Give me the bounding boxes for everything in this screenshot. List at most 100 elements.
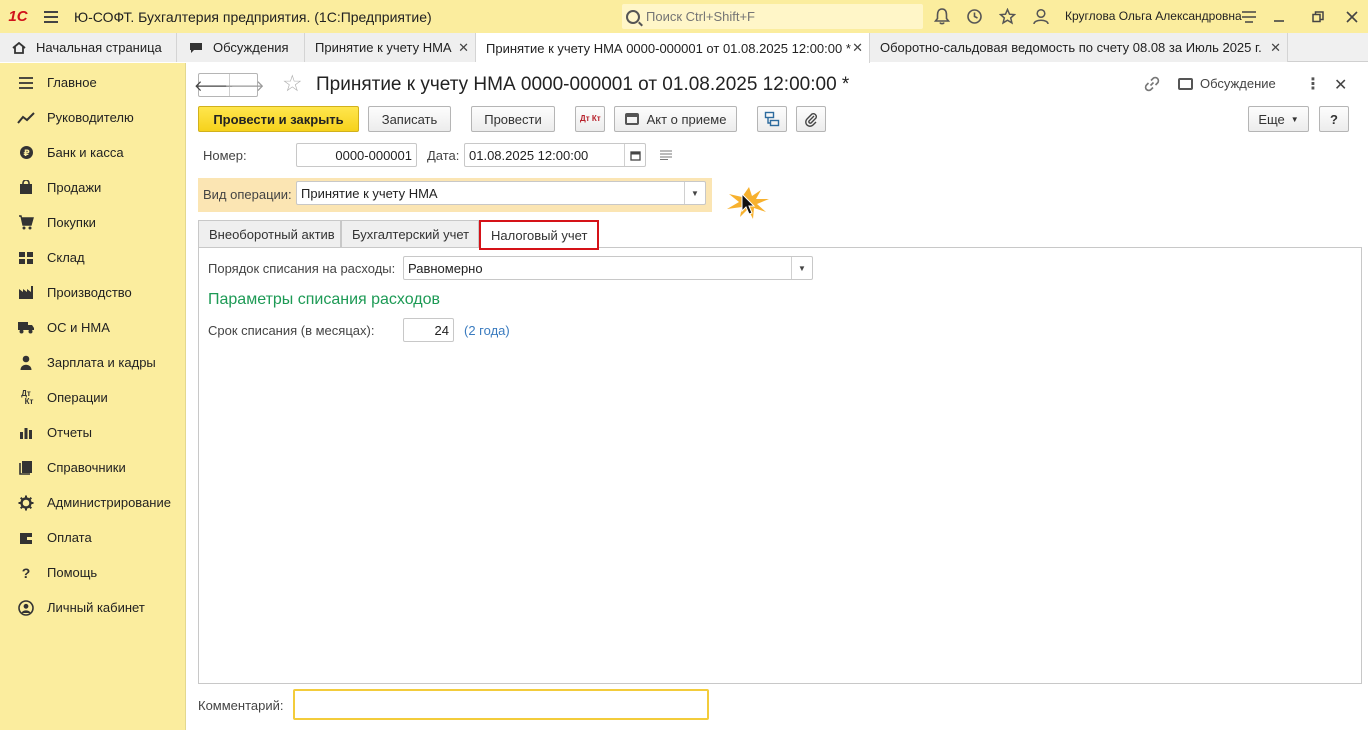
sidebar-item-label: Банк и касса bbox=[47, 145, 124, 160]
tab-label: Оборотно-сальдовая ведомость по счету 08… bbox=[880, 40, 1262, 55]
app-title: Ю-СОФТ. Бухгалтерия предприятия. (1С:Пре… bbox=[74, 8, 432, 25]
sidebar-item-reports[interactable]: Отчеты bbox=[0, 415, 186, 450]
tab-home[interactable]: Начальная страница bbox=[0, 33, 177, 62]
tax-accounting-panel bbox=[198, 247, 1362, 684]
date-label: Дата: bbox=[427, 148, 460, 163]
comment-input[interactable] bbox=[295, 691, 707, 718]
dropdown-arrow-icon[interactable]: ▼ bbox=[684, 182, 705, 204]
tab-accounting[interactable]: Бухгалтерский учет bbox=[341, 220, 479, 248]
favorites-star-icon[interactable] bbox=[991, 0, 1024, 33]
close-tab-icon[interactable]: ✕ bbox=[1270, 40, 1281, 56]
writeoff-term-hint[interactable]: (2 года) bbox=[464, 323, 510, 338]
user-icon[interactable] bbox=[1024, 0, 1057, 33]
sidebar-item-admin[interactable]: Администрирование bbox=[0, 485, 186, 520]
sidebar-item-label: Оплата bbox=[47, 530, 92, 545]
document-form: 🡐 🡒 ☆ Принятие к учету НМА 0000-000001 о… bbox=[186, 63, 1368, 730]
close-tab-icon[interactable]: ✕ bbox=[852, 40, 863, 56]
attach-button[interactable] bbox=[796, 106, 826, 132]
writeoff-order-select[interactable]: ▼ bbox=[403, 256, 813, 280]
close-window-icon[interactable] bbox=[1337, 0, 1367, 33]
date-input[interactable] bbox=[469, 147, 624, 163]
subordinate-docs-icon[interactable] bbox=[659, 148, 673, 163]
sidebar-item-sales[interactable]: Продажи bbox=[0, 170, 186, 205]
sidebar-item-fixed-assets[interactable]: ОС и НМА bbox=[0, 310, 186, 345]
sidebar-item-directories[interactable]: Справочники bbox=[0, 450, 186, 485]
operation-type-input[interactable] bbox=[301, 185, 681, 201]
sidebar-item-label: Отчеты bbox=[47, 425, 92, 440]
help-button[interactable]: ? bbox=[1319, 106, 1349, 132]
writeoff-term-input[interactable] bbox=[408, 322, 449, 338]
save-button[interactable]: Записать bbox=[368, 106, 451, 132]
operation-type-select[interactable]: ▼ bbox=[296, 181, 706, 205]
global-search[interactable] bbox=[622, 4, 923, 29]
mouse-cursor-icon bbox=[727, 187, 769, 219]
discuss-button[interactable]: Обсуждение bbox=[1178, 76, 1276, 91]
gear-icon bbox=[17, 494, 35, 512]
main-menu-button[interactable] bbox=[36, 0, 66, 33]
minimize-icon[interactable] bbox=[1264, 0, 1294, 33]
printer-icon bbox=[624, 113, 639, 125]
paperclip-icon bbox=[805, 113, 817, 127]
writeoff-term-field[interactable] bbox=[403, 318, 454, 342]
sidebar-item-bank[interactable]: ₽ Банк и касса bbox=[0, 135, 186, 170]
sidebar-item-main[interactable]: Главное bbox=[0, 65, 186, 100]
sidebar-item-production[interactable]: Производство bbox=[0, 275, 186, 310]
act-print-button[interactable]: Акт о приеме bbox=[614, 106, 737, 132]
more-vertical-icon[interactable]: ⋮ bbox=[1305, 74, 1321, 94]
structure-button[interactable] bbox=[757, 106, 787, 132]
dropdown-arrow-icon[interactable]: ▼ bbox=[791, 257, 812, 279]
book-icon bbox=[17, 459, 35, 477]
dropdown-arrow-icon: ▼ bbox=[1290, 114, 1299, 124]
warehouse-icon bbox=[17, 249, 35, 267]
favorite-star-icon[interactable]: ☆ bbox=[282, 70, 303, 97]
bell-icon[interactable] bbox=[925, 0, 958, 33]
tab-osv-report[interactable]: Оборотно-сальдовая ведомость по счету 08… bbox=[870, 33, 1288, 62]
sidebar-item-salary[interactable]: Зарплата и кадры bbox=[0, 345, 186, 380]
coin-icon: ₽ bbox=[17, 144, 35, 162]
calendar-icon[interactable] bbox=[624, 144, 645, 166]
tab-nma-list[interactable]: Принятие к учету НМА ✕ bbox=[305, 33, 476, 62]
current-user-name[interactable]: Круглова Ольга Александровна bbox=[1065, 9, 1242, 23]
tab-nma-document[interactable]: Принятие к учету НМА 0000-000001 от 01.0… bbox=[476, 33, 870, 63]
cart-icon bbox=[17, 214, 35, 232]
sidebar-item-manager[interactable]: Руководителю bbox=[0, 100, 186, 135]
dt-kt-icon: Дт Кт bbox=[580, 114, 601, 123]
act-print-label: Акт о приеме bbox=[646, 111, 727, 127]
number-input[interactable] bbox=[301, 147, 412, 163]
operation-type-label: Вид операции: bbox=[203, 187, 292, 202]
sidebar-item-help[interactable]: ? Помощь bbox=[0, 555, 186, 590]
chat-icon bbox=[190, 42, 202, 53]
tab-label: Принятие к учету НМА bbox=[315, 40, 452, 55]
close-tab-icon[interactable]: ✕ bbox=[458, 40, 469, 56]
tab-noncurrent-asset[interactable]: Внеоборотный актив bbox=[198, 220, 341, 248]
close-form-icon[interactable]: ✕ bbox=[1334, 75, 1347, 95]
number-field[interactable] bbox=[296, 143, 417, 167]
post-button[interactable]: Провести bbox=[471, 106, 555, 132]
post-and-close-button[interactable]: Провести и закрыть bbox=[198, 106, 359, 132]
writeoff-order-input[interactable] bbox=[408, 260, 788, 276]
sidebar-item-label: Личный кабинет bbox=[47, 600, 145, 615]
comment-field[interactable] bbox=[293, 689, 709, 720]
open-windows-tabs: Начальная страница Обсуждения Принятие к… bbox=[0, 33, 1368, 63]
sidebar-item-purchases[interactable]: Покупки bbox=[0, 205, 186, 240]
svg-text:₽: ₽ bbox=[23, 149, 29, 159]
tab-tax-accounting[interactable]: Налоговый учет bbox=[479, 220, 599, 250]
more-dropdown-button[interactable]: Еще ▼ bbox=[1248, 106, 1309, 132]
settings-lines-icon[interactable] bbox=[1234, 0, 1264, 33]
tab-discussions[interactable]: Обсуждения bbox=[177, 33, 305, 62]
link-icon[interactable] bbox=[1144, 76, 1160, 97]
sidebar-item-label: Администрирование bbox=[47, 495, 171, 510]
dt-kt-postings-button[interactable]: Дт Кт bbox=[575, 106, 605, 132]
forward-arrow-icon[interactable]: 🡒 bbox=[224, 74, 265, 96]
history-icon[interactable] bbox=[958, 0, 991, 33]
search-input[interactable] bbox=[646, 9, 916, 24]
restore-icon[interactable] bbox=[1303, 0, 1333, 33]
sidebar-item-warehouse[interactable]: Склад bbox=[0, 240, 186, 275]
writeoff-term-label: Срок списания (в месяцах): bbox=[208, 323, 375, 338]
sidebar-item-cabinet[interactable]: Личный кабинет bbox=[0, 590, 186, 625]
sidebar-item-label: Зарплата и кадры bbox=[47, 355, 156, 370]
sidebar-item-payment[interactable]: Оплата bbox=[0, 520, 186, 555]
search-icon bbox=[626, 9, 640, 24]
date-field[interactable] bbox=[464, 143, 646, 167]
sidebar-item-operations[interactable]: Дт Кт Операции bbox=[0, 380, 186, 415]
